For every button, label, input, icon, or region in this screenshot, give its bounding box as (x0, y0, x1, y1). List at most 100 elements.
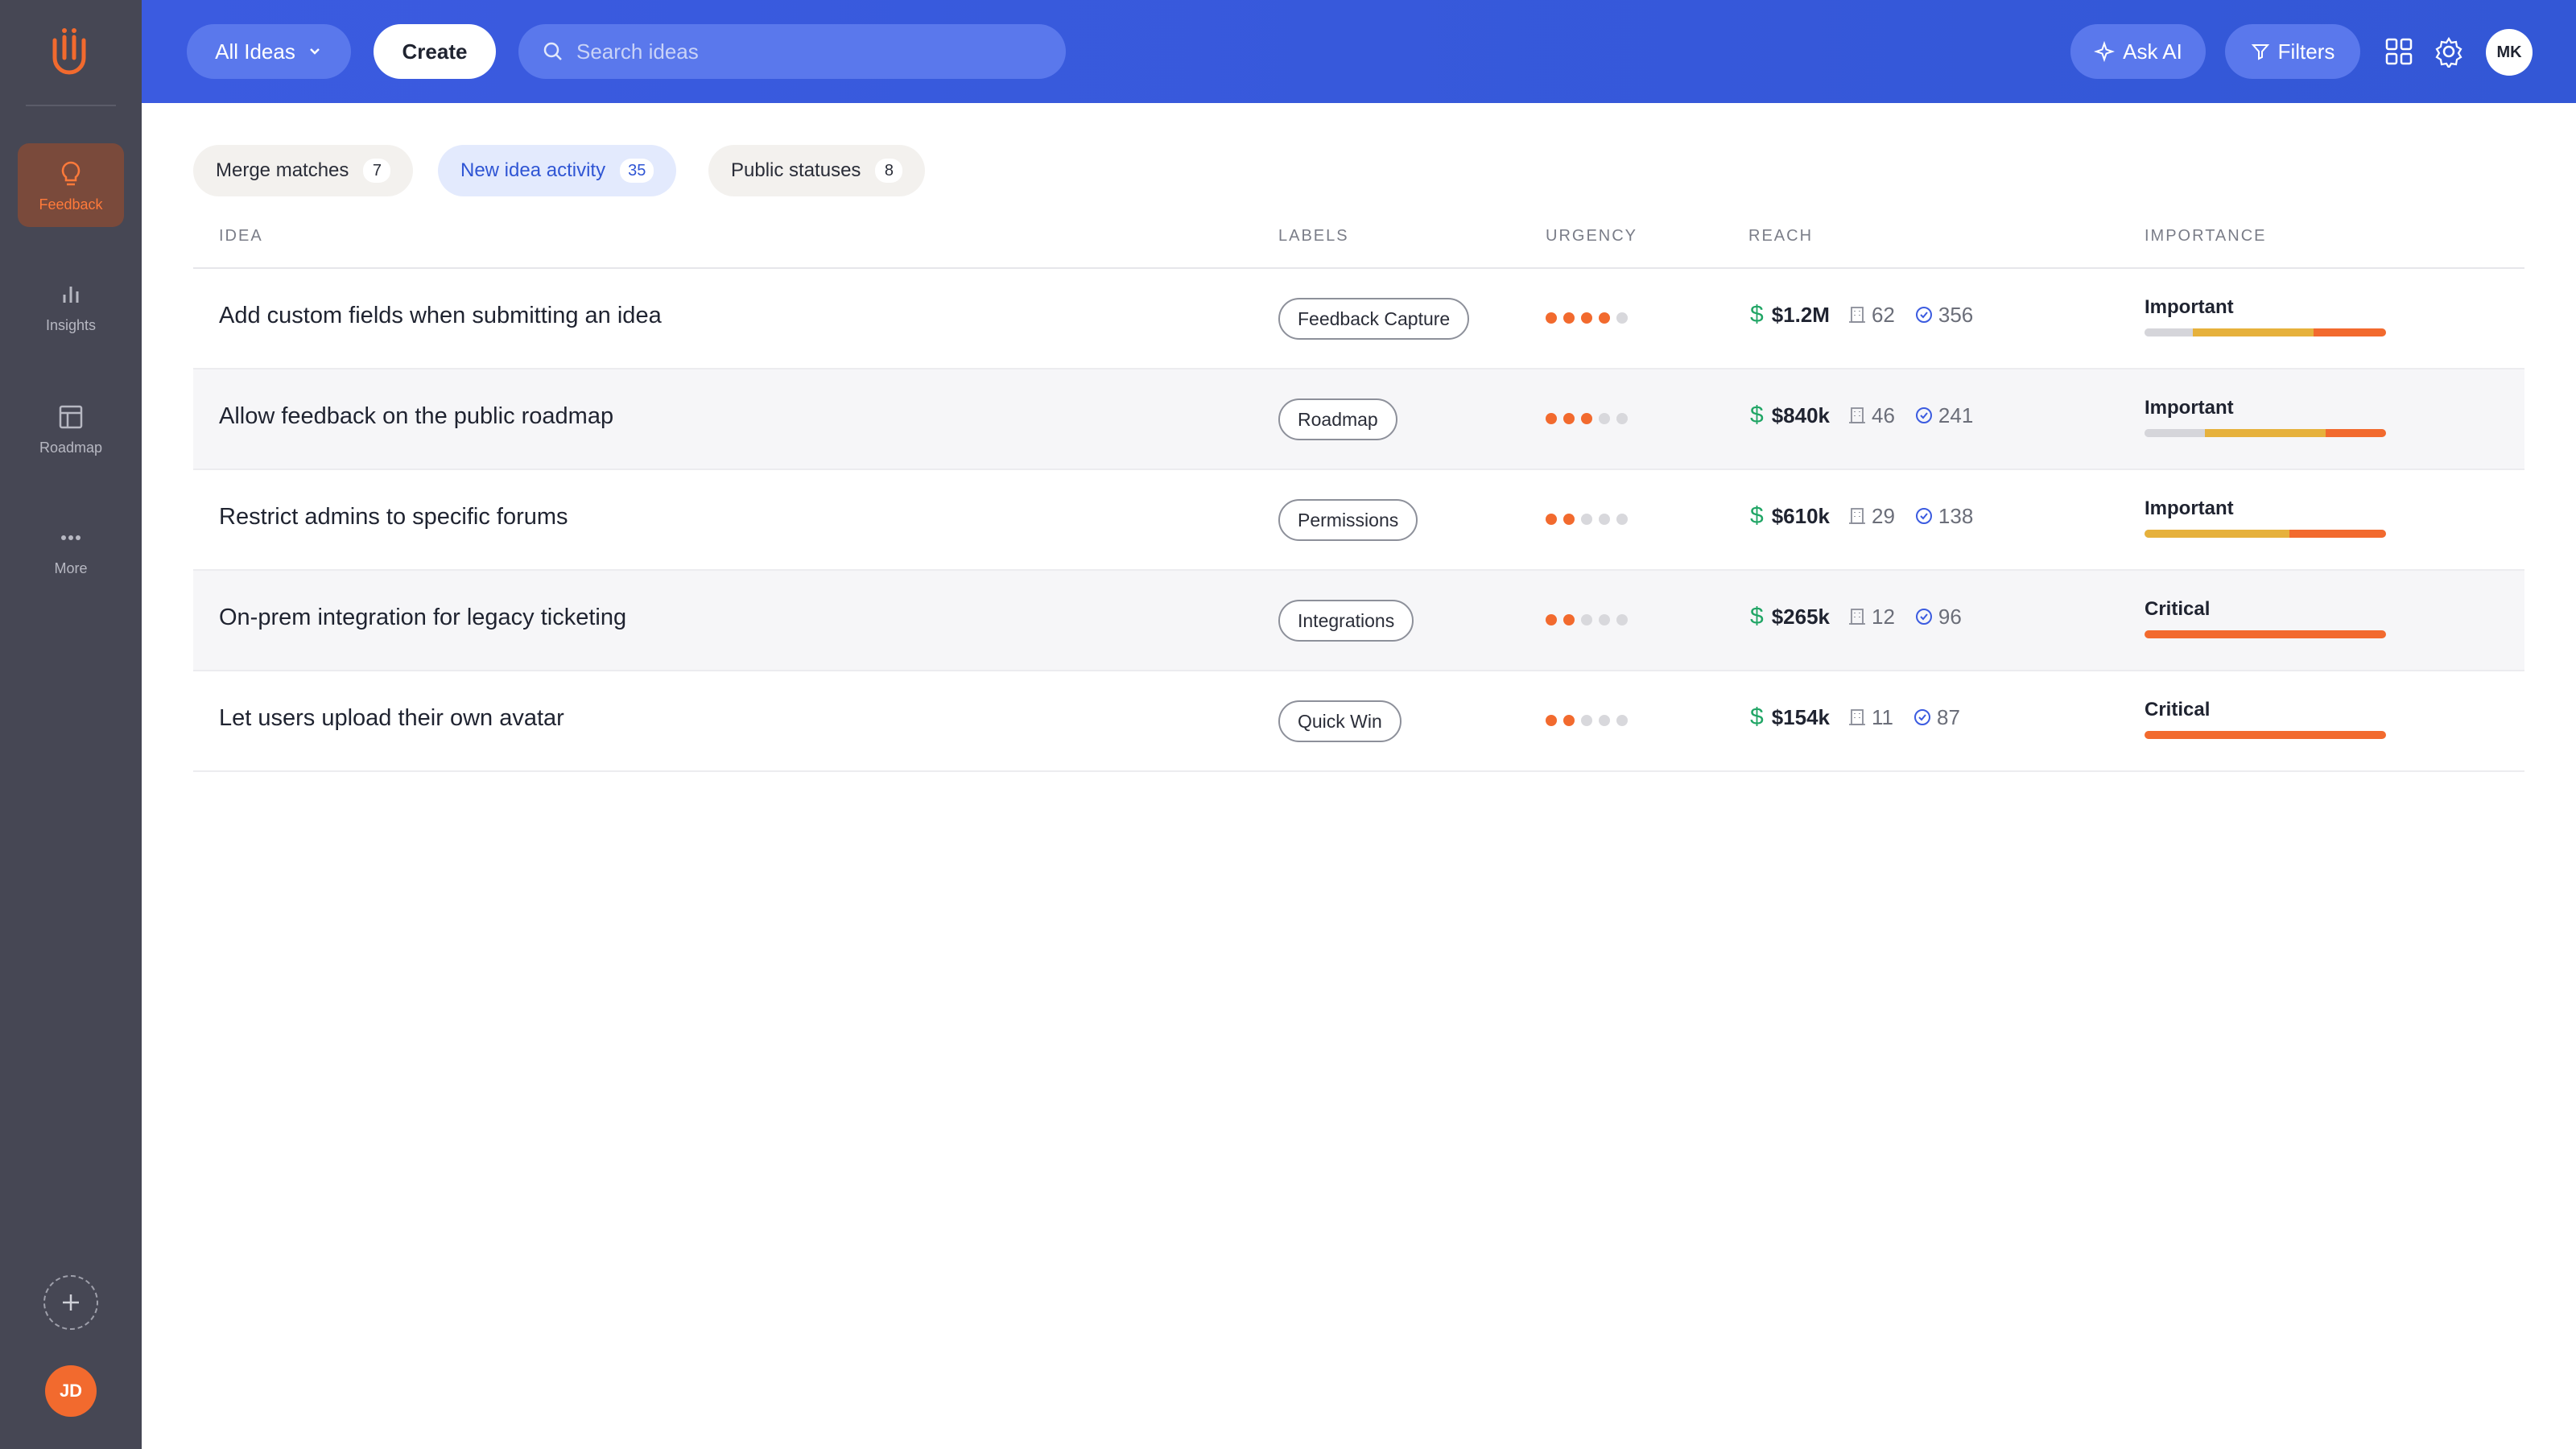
idea-title[interactable]: Allow feedback on the public roadmap (219, 403, 613, 430)
idea-label-tag[interactable]: Integrations (1278, 600, 1414, 642)
sidebar-item-feedback[interactable]: Feedback (18, 143, 124, 227)
app-logo[interactable] (48, 26, 90, 77)
companies-value: 12 (1872, 604, 1895, 629)
urgency-dot (1581, 614, 1592, 625)
column-header-reach[interactable]: REACH (1748, 227, 1813, 246)
chip-new-idea-activity[interactable]: New idea activity 35 (438, 145, 677, 196)
table-row[interactable]: Add custom fields when submitting an ide… (193, 269, 2524, 369)
ask-ai-button[interactable]: Ask AI (2070, 24, 2206, 79)
idea-title[interactable]: Let users upload their own avatar (219, 705, 564, 732)
check-circle-icon (1915, 307, 1932, 323)
table-row[interactable]: Allow feedback on the public roadmap Roa… (193, 369, 2524, 470)
votes-count: 356 (1914, 303, 1973, 328)
importance-bar-mid (2205, 429, 2326, 437)
chip-count: 8 (875, 159, 903, 183)
importance-bar-high (2326, 429, 2386, 437)
all-ideas-label: All Ideas (215, 39, 295, 64)
idea-label-tag[interactable]: Permissions (1278, 499, 1418, 541)
sidebar-item-insights[interactable]: Insights (18, 264, 124, 348)
sparkle-icon (2094, 41, 2116, 62)
add-workspace-button[interactable] (43, 1275, 98, 1330)
urgency-dot (1599, 715, 1610, 726)
plus-icon (63, 1294, 79, 1311)
importance-bar-low (2145, 429, 2205, 437)
building-icon (1849, 609, 1865, 625)
companies-count: 12 (1847, 605, 1895, 630)
votes-count: 138 (1914, 504, 1973, 529)
importance-label: Important (2145, 397, 2234, 419)
companies-value: 62 (1871, 302, 1895, 327)
chip-merge-matches[interactable]: Merge matches 7 (193, 145, 414, 196)
importance-cell[interactable]: Critical (2145, 699, 2386, 739)
urgency-dot (1563, 312, 1575, 324)
sidebar-item-label: Roadmap (39, 439, 103, 456)
importance-cell[interactable]: Critical (2145, 598, 2386, 638)
urgency-dot (1581, 413, 1592, 424)
filters-button[interactable]: Filters (2225, 24, 2360, 79)
votes-count: 241 (1914, 403, 1973, 428)
urgency-rating (1546, 312, 1628, 324)
revenue-value: $154k (1771, 704, 1830, 729)
votes-count: 87 (1913, 705, 1960, 730)
idea-title[interactable]: Restrict admins to specific forums (219, 504, 568, 530)
reach-cell: $ $610k 29 138 (1750, 502, 1992, 530)
sidebar-item-more[interactable]: More (18, 507, 124, 591)
idea-label-tag[interactable]: Feedback Capture (1278, 298, 1470, 340)
more-dots-icon (61, 535, 80, 540)
column-header-urgency[interactable]: URGENCY (1546, 227, 1637, 246)
table-row[interactable]: On-prem integration for legacy ticketing… (193, 571, 2524, 671)
companies-count: 46 (1847, 403, 1895, 428)
urgency-rating (1546, 614, 1628, 625)
urgency-rating (1546, 413, 1628, 424)
chip-public-statuses[interactable]: Public statuses 8 (708, 145, 926, 196)
chip-label: Merge matches (216, 159, 349, 181)
table-row[interactable]: Restrict admins to specific forums Permi… (193, 470, 2524, 571)
all-ideas-dropdown[interactable]: All Ideas (187, 24, 351, 79)
search-bar[interactable] (518, 24, 1066, 79)
dollar-icon: $ (1750, 704, 1764, 730)
create-button[interactable]: Create (374, 24, 496, 79)
importance-bar-mid (2193, 328, 2314, 336)
importance-bar (2145, 630, 2386, 638)
companies-value: 46 (1872, 402, 1895, 427)
column-header-importance[interactable]: IMPORTANCE (2145, 227, 2267, 246)
reach-cell: $ $265k 12 96 (1750, 603, 1981, 630)
idea-label-tag[interactable]: Roadmap (1278, 398, 1397, 440)
building-icon (1849, 709, 1865, 725)
sidebar: Feedback Insights Roadmap More JD (0, 0, 142, 1449)
gear-icon[interactable] (2433, 35, 2465, 68)
column-header-labels[interactable]: LABELS (1278, 227, 1349, 246)
urgency-dot (1546, 715, 1557, 726)
search-input[interactable] (576, 39, 1027, 64)
idea-label-tag[interactable]: Quick Win (1278, 700, 1402, 742)
idea-title[interactable]: On-prem integration for legacy ticketing (219, 605, 626, 631)
user-avatar[interactable]: JD (45, 1365, 97, 1417)
dollar-icon: $ (1750, 301, 1764, 328)
sidebar-item-roadmap[interactable]: Roadmap (18, 386, 124, 470)
reach-cell: $ $154k 11 87 (1750, 704, 1979, 731)
importance-label: Critical (2145, 598, 2211, 620)
building-icon (1849, 508, 1865, 524)
urgency-dot (1599, 514, 1610, 525)
companies-count: 62 (1847, 303, 1895, 328)
check-circle-icon (1915, 609, 1932, 625)
urgency-dot (1599, 312, 1610, 324)
revenue-value: $840k (1771, 402, 1830, 427)
idea-title[interactable]: Add custom fields when submitting an ide… (219, 303, 662, 329)
urgency-dot (1546, 514, 1557, 525)
check-circle-icon (1915, 508, 1932, 524)
urgency-dot (1599, 413, 1610, 424)
votes-value: 356 (1938, 302, 1974, 327)
importance-cell[interactable]: Important (2145, 296, 2386, 336)
importance-cell[interactable]: Important (2145, 397, 2386, 437)
top-bar: All Ideas Create Ask AI Filters MK (142, 0, 2576, 103)
chip-count: 35 (620, 159, 654, 183)
column-header-idea[interactable]: IDEA (219, 227, 263, 246)
profile-avatar[interactable]: MK (2486, 29, 2533, 76)
urgency-dot (1616, 312, 1628, 324)
grid-view-icon[interactable] (2383, 35, 2415, 68)
importance-cell[interactable]: Important (2145, 497, 2386, 538)
companies-value: 11 (1872, 704, 1893, 729)
filter-icon (2251, 44, 2269, 60)
table-row[interactable]: Let users upload their own avatar Quick … (193, 671, 2524, 772)
